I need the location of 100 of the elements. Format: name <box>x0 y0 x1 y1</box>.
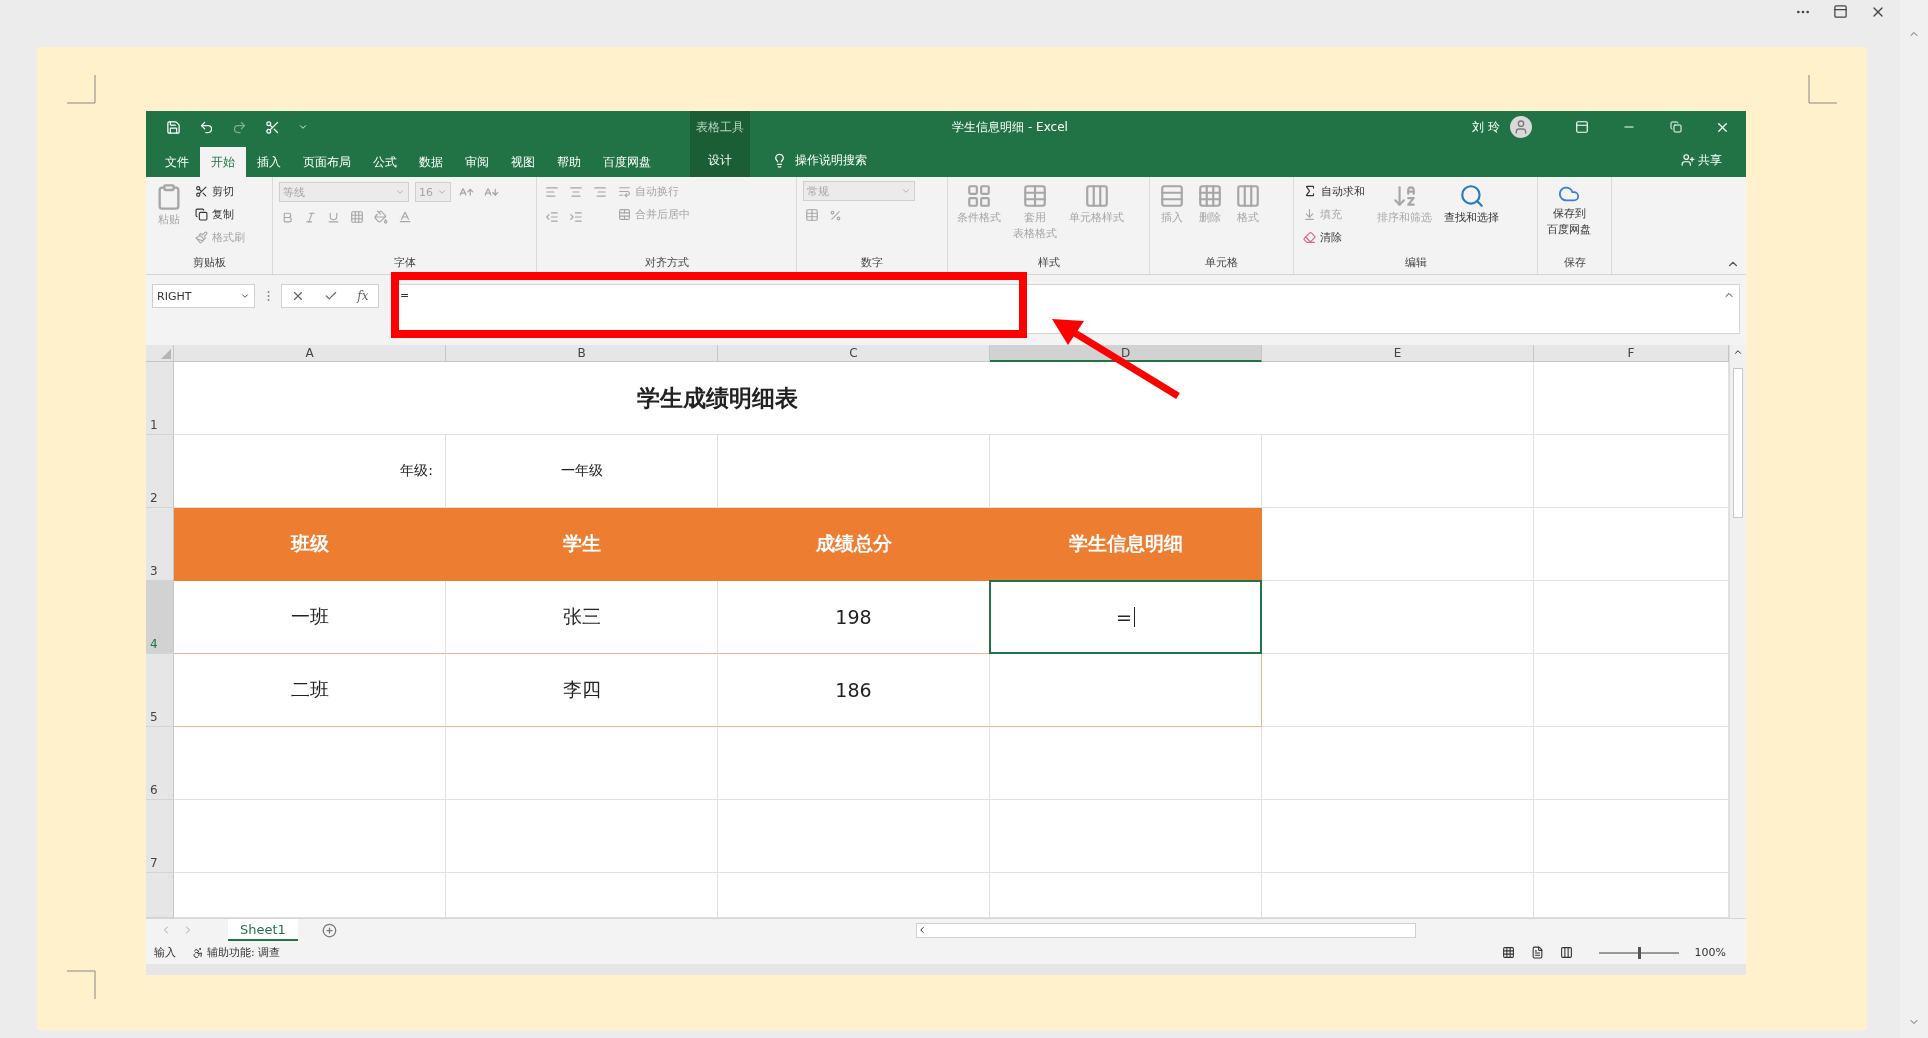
group-label: 保存 <box>1562 255 1587 271</box>
ribbon-tab[interactable]: 帮助 <box>546 147 592 177</box>
row-header[interactable] <box>146 873 174 918</box>
accessibility-status[interactable]: 辅助功能: 调查 <box>192 945 281 960</box>
zoom-level: 100% <box>1694 946 1726 959</box>
scroll-up-icon <box>1733 347 1743 357</box>
share-button[interactable]: 共享 <box>1675 143 1728 177</box>
copy-icon <box>195 207 208 221</box>
check-icon <box>324 289 339 303</box>
merge-icon <box>618 207 631 221</box>
wrap-text-icon <box>618 184 631 198</box>
ribbon-tab[interactable]: 审阅 <box>454 147 500 177</box>
scissors-icon <box>265 119 280 135</box>
table-cell: = <box>990 581 1262 654</box>
row-header[interactable]: 5 <box>146 654 174 727</box>
ribbon-tab[interactable]: 百度网盘 <box>592 147 662 177</box>
table-cell: 李四 <box>446 654 718 727</box>
table-cell: 张三 <box>446 581 718 654</box>
table-cell: 二班 <box>174 654 446 727</box>
autosum-button[interactable]: 自动求和 <box>1300 181 1368 201</box>
column-header[interactable]: C <box>718 345 990 362</box>
zoom-thumb[interactable] <box>1637 946 1641 959</box>
save-icon <box>166 119 181 135</box>
crop-mark-icon <box>67 969 97 999</box>
ribbon-tab[interactable]: 页面布局 <box>292 147 362 177</box>
align-left-icon <box>545 185 559 199</box>
table-icon <box>805 208 819 222</box>
table-cell: 年级: <box>174 435 446 508</box>
row-header[interactable]: 6 <box>146 727 174 800</box>
find-select-button[interactable]: 查找和选择 <box>1441 181 1502 255</box>
copy-button[interactable]: 复制 <box>192 204 248 224</box>
indent-decrease-icon <box>545 210 559 224</box>
insert-function-button[interactable]: fx <box>357 289 369 303</box>
row-header[interactable]: 3 <box>146 508 174 581</box>
bold-icon <box>281 210 294 224</box>
header-cell: 学生 <box>446 508 718 581</box>
align-center-icon <box>569 185 583 199</box>
normal-view-icon <box>1501 946 1515 959</box>
percent-icon <box>829 208 842 222</box>
row-header[interactable]: 4 <box>146 581 174 654</box>
search-icon <box>1458 183 1485 209</box>
caret-icon <box>240 291 250 301</box>
window-title: 学生信息明细 - Excel <box>951 118 1069 136</box>
align-right-icon <box>593 185 607 199</box>
table-cell: 一班 <box>174 581 446 654</box>
row-header[interactable]: 2 <box>146 435 174 508</box>
group-label: 剪贴板 <box>191 255 227 271</box>
group-label: 数字 <box>860 255 884 271</box>
caret-icon <box>395 187 405 197</box>
scroll-thumb[interactable] <box>1733 368 1743 518</box>
rows-icon <box>1159 183 1185 209</box>
ribbon-tab[interactable]: 视图 <box>500 147 546 177</box>
table-cell: 186 <box>718 654 990 727</box>
arrow-down-icon <box>1303 207 1316 221</box>
user-name: 刘 玲 <box>1472 118 1500 136</box>
redo-icon <box>232 119 247 135</box>
scroll-left-icon <box>917 925 927 935</box>
font-color-icon <box>398 210 412 224</box>
column-header[interactable]: E <box>1262 345 1534 362</box>
paintbrush-icon <box>195 230 208 244</box>
clear-button[interactable]: 清除 <box>1300 227 1368 247</box>
person-icon <box>1513 119 1529 135</box>
column-header[interactable]: B <box>446 345 718 362</box>
scissors-icon <box>195 184 208 198</box>
name-box[interactable]: RIGHT <box>152 284 255 308</box>
caret-icon <box>298 122 308 132</box>
ribbon-tab[interactable]: 数据 <box>408 147 454 177</box>
tell-me-search[interactable]: 操作说明搜索 <box>766 143 873 177</box>
ribbon-tab[interactable]: 文件 <box>154 147 200 177</box>
group-label: 单元格 <box>1204 255 1239 271</box>
sigma-icon <box>1303 184 1317 198</box>
window-icon <box>1833 4 1848 19</box>
context-group-label: 表格工具 <box>690 111 750 143</box>
column-header[interactable]: F <box>1534 345 1729 362</box>
caret-icon <box>901 186 911 196</box>
avatar[interactable] <box>1510 116 1532 138</box>
sheet-tab[interactable]: Sheet1 <box>228 919 298 941</box>
row-header[interactable]: 1 <box>146 362 174 435</box>
row-header[interactable]: 7 <box>146 800 174 873</box>
ribbon-tab[interactable]: 开始 <box>200 147 246 177</box>
restore-icon <box>1669 121 1682 133</box>
cut-button[interactable]: 剪切 <box>192 181 248 201</box>
column-header[interactable]: A <box>174 345 446 362</box>
header-cell: 成绩总分 <box>718 508 990 581</box>
ribbon-tab[interactable]: 设计 <box>690 143 750 177</box>
sort-icon <box>1391 183 1418 209</box>
lightbulb-icon <box>772 152 787 168</box>
add-sheet-icon <box>321 922 337 938</box>
group-label: 对齐方式 <box>643 255 690 271</box>
caret-icon <box>437 187 447 197</box>
horizontal-scrollbar[interactable] <box>916 922 1416 938</box>
group-label: 样式 <box>1036 255 1061 271</box>
person-icon <box>1681 153 1695 167</box>
page-break-icon <box>1559 946 1573 959</box>
save-to-cloud-button[interactable]: 保存到 百度网盘 <box>1544 181 1594 255</box>
ribbon-tab[interactable]: 公式 <box>362 147 408 177</box>
ribbon-tab[interactable]: 插入 <box>246 147 292 177</box>
column-header[interactable]: D <box>990 345 1262 362</box>
italic-icon <box>304 210 317 224</box>
underline-icon <box>327 210 340 224</box>
